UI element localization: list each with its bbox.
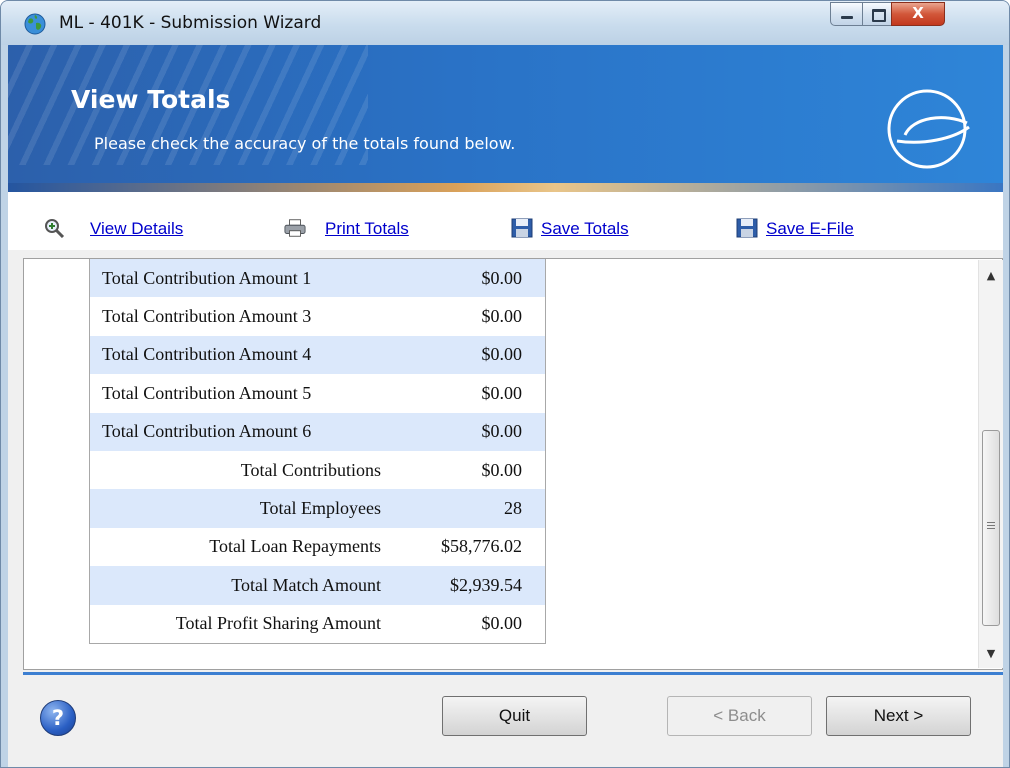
header-banner: View Totals Please check the accuracy of… [8, 45, 1003, 192]
table-row: Total Contribution Amount 5 $0.00 [90, 374, 545, 412]
row-label: Total Contribution Amount 5 [102, 382, 312, 403]
row-label: Total Profit Sharing Amount [175, 613, 381, 634]
footer-divider [23, 672, 1003, 675]
wizard-window: ML - 401K - Submission Wizard X View Tot… [0, 0, 1010, 768]
printer-icon [284, 219, 306, 237]
row-label: Total Contribution Amount 3 [102, 306, 312, 327]
maximize-button[interactable] [862, 2, 892, 26]
row-label: Total Contributions [240, 459, 381, 480]
toolbar: View Details Print Totals Save Totals Sa… [8, 192, 1003, 250]
row-label: Total Contribution Amount 4 [102, 344, 312, 365]
scroll-down-icon[interactable]: ▼ [979, 644, 1003, 664]
save-totals-link[interactable]: Save Totals [511, 218, 671, 240]
table-row: Total Contribution Amount 4 $0.00 [90, 335, 545, 375]
window-title: ML - 401K - Submission Wizard [59, 13, 322, 33]
save-efile-link[interactable]: Save E-File [736, 218, 896, 240]
banner-divider [8, 183, 1003, 192]
minimize-button[interactable] [830, 2, 863, 26]
page-subtitle: Please check the accuracy of the totals … [94, 134, 516, 153]
table-row: Total Contribution Amount 6 $0.00 [90, 412, 545, 451]
row-label: Total Loan Repayments [209, 536, 381, 557]
row-value: $0.00 [481, 459, 523, 480]
vertical-scrollbar[interactable]: ▲ ▼ [978, 260, 1003, 668]
print-totals-link[interactable]: Print Totals [284, 218, 454, 240]
row-value: $2,939.54 [450, 574, 522, 595]
grip-icon [987, 522, 995, 531]
row-label: Total Contribution Amount 6 [102, 421, 312, 442]
page-title: View Totals [71, 85, 231, 114]
row-value: $0.00 [481, 267, 523, 288]
table-row: Total Contributions $0.00 [90, 451, 545, 489]
scroll-up-icon[interactable]: ▲ [979, 266, 1003, 286]
wizard-client: View Totals Please check the accuracy of… [8, 45, 1003, 767]
view-details-label[interactable]: View Details [90, 219, 183, 239]
row-value: $0.00 [481, 344, 523, 365]
table-row: Total Loan Repayments $58,776.02 [90, 528, 545, 566]
next-button[interactable]: Next > [826, 696, 971, 736]
row-value: $0.00 [481, 306, 523, 327]
totals-panel[interactable]: Total Contribution Amount 1 $0.00 Total Co… [23, 258, 1003, 670]
row-value: 28 [504, 498, 522, 519]
back-button: < Back [667, 696, 812, 736]
row-label: Total Contribution Amount 1 [102, 267, 312, 288]
magnifier-icon [45, 219, 65, 238]
table-row: Total Match Amount $2,939.54 [90, 566, 545, 605]
help-icon[interactable]: ? [40, 700, 76, 736]
row-value: $0.00 [481, 421, 523, 442]
e-logo-icon [887, 89, 970, 169]
close-icon: X [912, 4, 924, 22]
scroll-thumb[interactable] [982, 430, 1000, 626]
row-value: $0.00 [481, 613, 523, 634]
save-efile-label[interactable]: Save E-File [766, 219, 854, 239]
title-bar[interactable]: ML - 401K - Submission Wizard X [1, 1, 1009, 45]
row-value: $0.00 [481, 382, 523, 403]
floppy-disk-icon [736, 218, 758, 238]
floppy-disk-icon [511, 218, 533, 238]
maximize-icon [872, 9, 886, 22]
row-value: $58,776.02 [441, 536, 522, 557]
totals-table: Total Contribution Amount 1 $0.00 Total Co… [89, 259, 546, 644]
table-row: Total Profit Sharing Amount $0.00 [90, 605, 545, 643]
globe-icon [24, 13, 46, 35]
minimize-icon [841, 16, 853, 19]
row-label: Total Match Amount [231, 574, 381, 595]
view-details-link[interactable]: View Details [44, 218, 224, 240]
table-row: Total Contribution Amount 3 $0.00 [90, 297, 545, 335]
print-totals-label[interactable]: Print Totals [325, 219, 409, 239]
row-label: Total Employees [259, 498, 381, 519]
quit-button[interactable]: Quit [442, 696, 587, 736]
save-totals-label[interactable]: Save Totals [541, 219, 629, 239]
table-row: Total Employees 28 [90, 489, 545, 528]
table-row: Total Contribution Amount 1 $0.00 [90, 259, 545, 298]
close-button[interactable]: X [891, 2, 945, 26]
